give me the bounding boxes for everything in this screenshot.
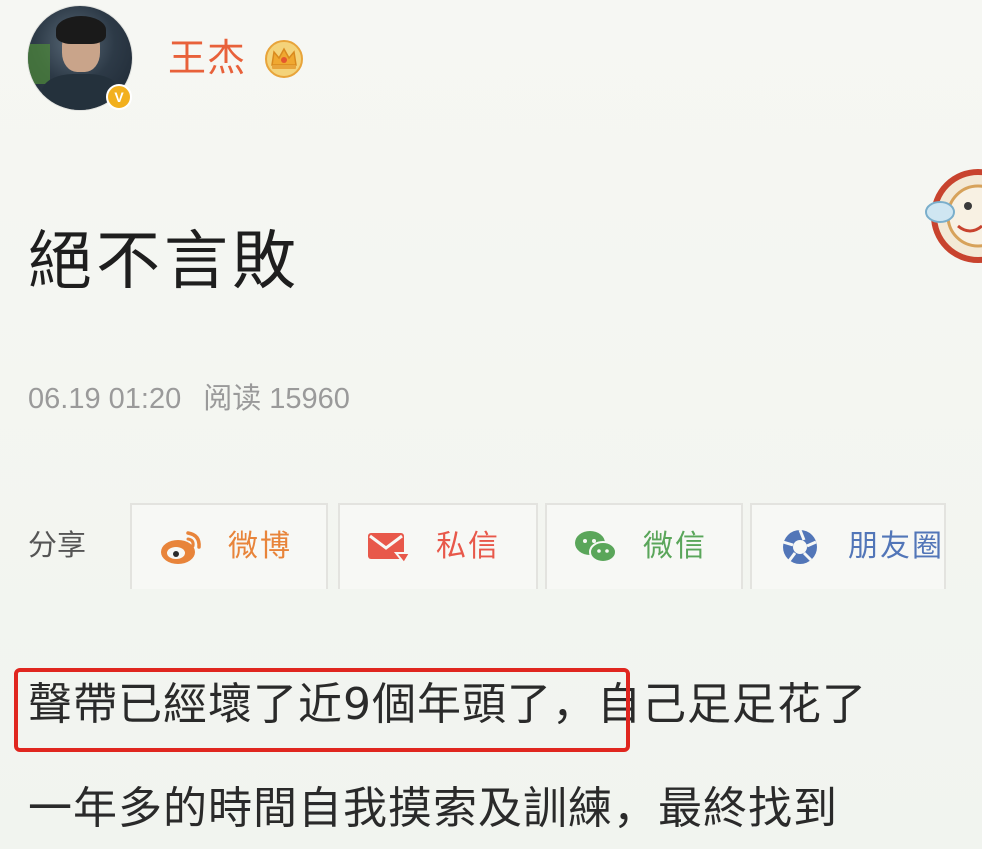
- post-title: 絕不言敗: [28, 225, 300, 299]
- avatar-hair: [56, 16, 106, 44]
- share-weibo-button[interactable]: 微博: [130, 503, 328, 589]
- share-moments-button[interactable]: 朋友圈: [750, 503, 946, 589]
- crown-icon: [265, 40, 303, 78]
- share-bar: 分享 微博 私信 微信 朋友圈: [0, 503, 982, 593]
- weibo-icon: [161, 531, 201, 564]
- share-message-label: 私信: [436, 529, 500, 564]
- body-line-1-rest: ，自己足足花了: [552, 679, 867, 730]
- moments-icon: [782, 529, 817, 564]
- share-message-button[interactable]: 私信: [338, 503, 538, 589]
- share-moments-label: 朋友圈: [848, 529, 944, 564]
- envelope-icon: [368, 533, 412, 565]
- verified-badge-icon: V: [106, 84, 132, 110]
- share-wechat-button[interactable]: 微信: [545, 503, 743, 589]
- post-body: 聲帶已經壞了近9個年頭了，自己足足花了 一年多的時間自我摸索及訓練，最終找到: [28, 672, 968, 842]
- post-meta: 06.19 01:20 阅读 15960: [28, 380, 350, 418]
- read-count: 阅读 15960: [203, 383, 350, 415]
- avatar-background: [28, 44, 50, 84]
- body-line-2: 一年多的時間自我摸索及訓練，最終找到: [28, 783, 838, 834]
- share-label: 分享: [28, 528, 87, 562]
- post-page: V 王杰 絕不言敗 06.19 01:20 阅读 15960 分享 微博 私信 …: [0, 0, 982, 849]
- body-line-1: 聲帶已經壞了近9個年頭了，自己足足花了: [28, 672, 968, 738]
- wechat-icon: [575, 531, 617, 563]
- sticker-icon: [925, 169, 982, 263]
- share-wechat-label: 微信: [643, 529, 707, 564]
- author-name[interactable]: 王杰: [168, 34, 246, 82]
- highlighted-text: 聲帶已經壞了近9個年頭了: [28, 679, 552, 730]
- post-date: 06.19 01:20: [28, 383, 182, 415]
- share-weibo-label: 微博: [228, 529, 292, 564]
